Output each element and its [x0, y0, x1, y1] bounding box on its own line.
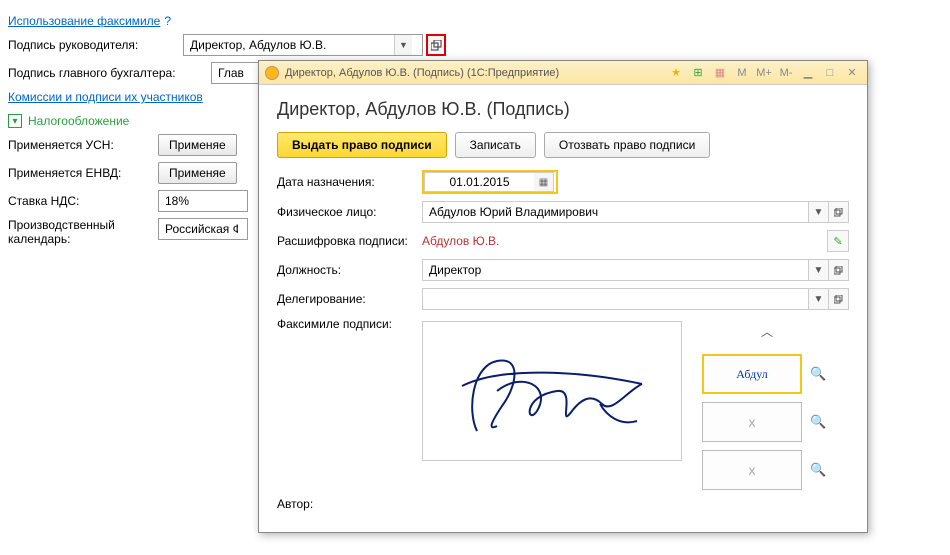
facsimile-label: Факсимиле подписи:	[277, 317, 422, 331]
section-toggle-icon[interactable]: ▾	[8, 114, 22, 128]
manager-sig-label: Подпись руководителя:	[8, 38, 183, 52]
calendar-icon[interactable]: ▦	[711, 65, 729, 81]
commissions-link[interactable]: Комиссии и подписи их участников	[8, 90, 203, 104]
modal-heading: Директор, Абдулов Ю.В. (Подпись)	[277, 99, 849, 120]
manager-sig-input[interactable]	[184, 35, 394, 55]
chevron-down-icon[interactable]: ▼	[394, 35, 412, 55]
signature-thumb-2[interactable]: x	[702, 402, 802, 442]
collapse-up-icon[interactable]: ︿	[702, 321, 832, 346]
calendar-input[interactable]	[159, 219, 244, 239]
position-label: Должность:	[277, 263, 422, 277]
magnify-icon[interactable]: 🔍	[810, 414, 826, 430]
signature-preview	[422, 321, 682, 461]
author-label: Автор:	[277, 497, 422, 511]
decode-value: Абдулов Ю.В.	[422, 230, 827, 252]
usn-button[interactable]: Применяе	[158, 134, 237, 156]
vat-input[interactable]	[159, 191, 239, 211]
accountant-sig-input[interactable]	[212, 63, 257, 83]
modal-titlebar[interactable]: Директор, Абдулов Ю.В. (Подпись) (1С:Пре…	[259, 61, 867, 85]
taxation-section-title: Налогообложение	[28, 114, 129, 128]
facsimile-link[interactable]: Использование факсимиле	[8, 14, 160, 28]
popup-icon[interactable]	[829, 201, 849, 223]
calendar-picker-icon[interactable]: ▦	[534, 172, 554, 192]
favorite-icon[interactable]: ★	[667, 65, 685, 81]
signature-svg	[442, 336, 662, 446]
magnify-icon[interactable]: 🔍	[810, 366, 826, 382]
chevron-down-icon[interactable]: ▼	[809, 288, 829, 310]
popup-icon[interactable]	[829, 288, 849, 310]
envd-button[interactable]: Применяе	[158, 162, 237, 184]
close-icon[interactable]: ✕	[843, 65, 861, 81]
usn-label: Применяется УСН:	[8, 138, 158, 152]
modal-title: Директор, Абдулов Ю.В. (Подпись) (1С:Пре…	[285, 67, 667, 79]
m-plus-button[interactable]: M+	[755, 65, 773, 81]
person-label: Физическое лицо:	[277, 205, 422, 219]
calendar-label: Производственный календарь:	[8, 218, 158, 246]
app-icon	[265, 66, 279, 80]
issue-rights-button[interactable]: Выдать право подписи	[277, 132, 447, 158]
magnify-icon[interactable]: 🔍	[810, 462, 826, 478]
vat-input-wrap	[158, 190, 248, 212]
envd-label: Применяется ЕНВД:	[8, 166, 158, 180]
popup-icon[interactable]	[829, 259, 849, 281]
calendar-input-wrap	[158, 218, 248, 240]
open-detail-button[interactable]	[426, 34, 446, 56]
manager-sig-input-wrap: ▼	[183, 34, 423, 56]
date-input[interactable]	[424, 172, 534, 192]
maximize-icon[interactable]: □	[821, 65, 839, 81]
accountant-sig-input-wrap	[211, 62, 261, 84]
calc-icon[interactable]: ⊞	[689, 65, 707, 81]
m-button[interactable]: M	[733, 65, 751, 81]
help-icon[interactable]: ?	[164, 14, 171, 28]
decode-label: Расшифровка подписи:	[277, 234, 422, 248]
date-highlight: ▦	[422, 170, 558, 194]
minimize-icon[interactable]: ▁	[799, 65, 817, 81]
revoke-rights-button[interactable]: Отозвать право подписи	[544, 132, 710, 158]
signature-thumb-3[interactable]: x	[702, 450, 802, 490]
accountant-sig-label: Подпись главного бухгалтера:	[8, 66, 211, 80]
delegation-input[interactable]	[422, 288, 809, 310]
save-button[interactable]: Записать	[455, 132, 536, 158]
vat-label: Ставка НДС:	[8, 194, 158, 208]
position-input[interactable]	[422, 259, 809, 281]
pencil-icon: ✎	[833, 235, 842, 248]
date-label: Дата назначения:	[277, 175, 422, 189]
person-input[interactable]	[422, 201, 809, 223]
signature-modal: Директор, Абдулов Ю.В. (Подпись) (1С:Пре…	[258, 60, 868, 533]
signature-thumb-1[interactable]: Абдул	[702, 354, 802, 394]
m-minus-button[interactable]: M-	[777, 65, 795, 81]
delegation-label: Делегирование:	[277, 292, 422, 306]
edit-button[interactable]: ✎	[827, 230, 849, 252]
popup-icon	[431, 40, 442, 51]
chevron-down-icon[interactable]: ▼	[809, 201, 829, 223]
chevron-down-icon[interactable]: ▼	[809, 259, 829, 281]
